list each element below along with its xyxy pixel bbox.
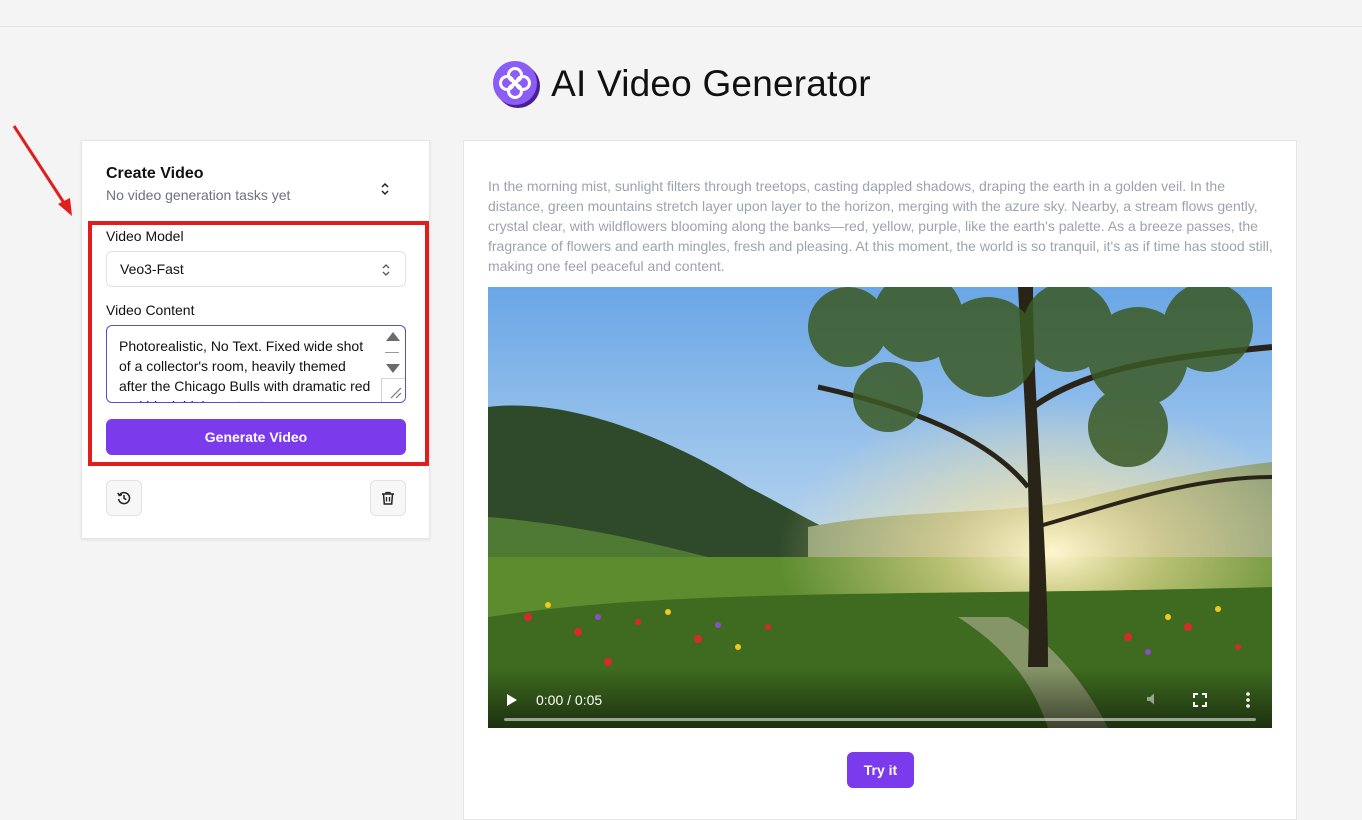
- trash-icon: [382, 491, 394, 505]
- history-button[interactable]: [106, 480, 142, 516]
- more-vertical-icon[interactable]: [1240, 691, 1256, 709]
- volume-icon[interactable]: [1145, 691, 1161, 707]
- page-title: AI Video Generator: [551, 63, 871, 104]
- annotation-arrow-icon: [12, 125, 72, 216]
- generate-video-button[interactable]: Generate Video: [106, 419, 406, 455]
- resize-handle-icon[interactable]: [381, 378, 405, 402]
- scrollbar[interactable]: [385, 352, 399, 353]
- panel-title: Create Video: [106, 165, 204, 182]
- example-prompt-text: In the morning mist, sunlight filters th…: [488, 178, 1273, 274]
- header: AI Video Generator: [0, 56, 1362, 112]
- chevron-up-down-icon[interactable]: [378, 181, 392, 197]
- video-progress-bar[interactable]: [504, 718, 1256, 721]
- video-model-label: Video Model: [106, 228, 184, 244]
- video-controls: 0:00 / 0:05: [488, 668, 1272, 728]
- video-model-select[interactable]: Veo3-Fast: [106, 251, 406, 287]
- play-icon[interactable]: [507, 694, 517, 706]
- create-video-panel: Create Video No video generation tasks y…: [81, 140, 430, 539]
- video-frame-image: [488, 287, 1272, 728]
- delete-button[interactable]: [370, 480, 406, 516]
- video-player[interactable]: 0:00 / 0:05: [488, 287, 1272, 728]
- video-time: 0:00 / 0:05: [536, 692, 603, 708]
- video-preview-panel: In the morning mist, sunlight filters th…: [463, 140, 1297, 820]
- video-model-value: Veo3-Fast: [120, 261, 184, 277]
- video-content-value: Photorealistic, No Text. Fixed wide shot…: [119, 338, 371, 402]
- fullscreen-icon[interactable]: [1193, 693, 1207, 707]
- scroll-down-icon[interactable]: [386, 364, 400, 373]
- video-content-label: Video Content: [106, 302, 195, 318]
- flower-logo-icon: [493, 61, 541, 108]
- try-it-button[interactable]: Try it: [847, 752, 914, 788]
- panel-subtitle: No video generation tasks yet: [106, 187, 291, 203]
- video-content-textarea[interactable]: Photorealistic, No Text. Fixed wide shot…: [106, 325, 406, 403]
- scroll-up-icon[interactable]: [386, 332, 400, 341]
- chevron-up-down-icon: [382, 264, 390, 276]
- history-icon: [117, 491, 131, 505]
- top-bar: [0, 0, 1362, 27]
